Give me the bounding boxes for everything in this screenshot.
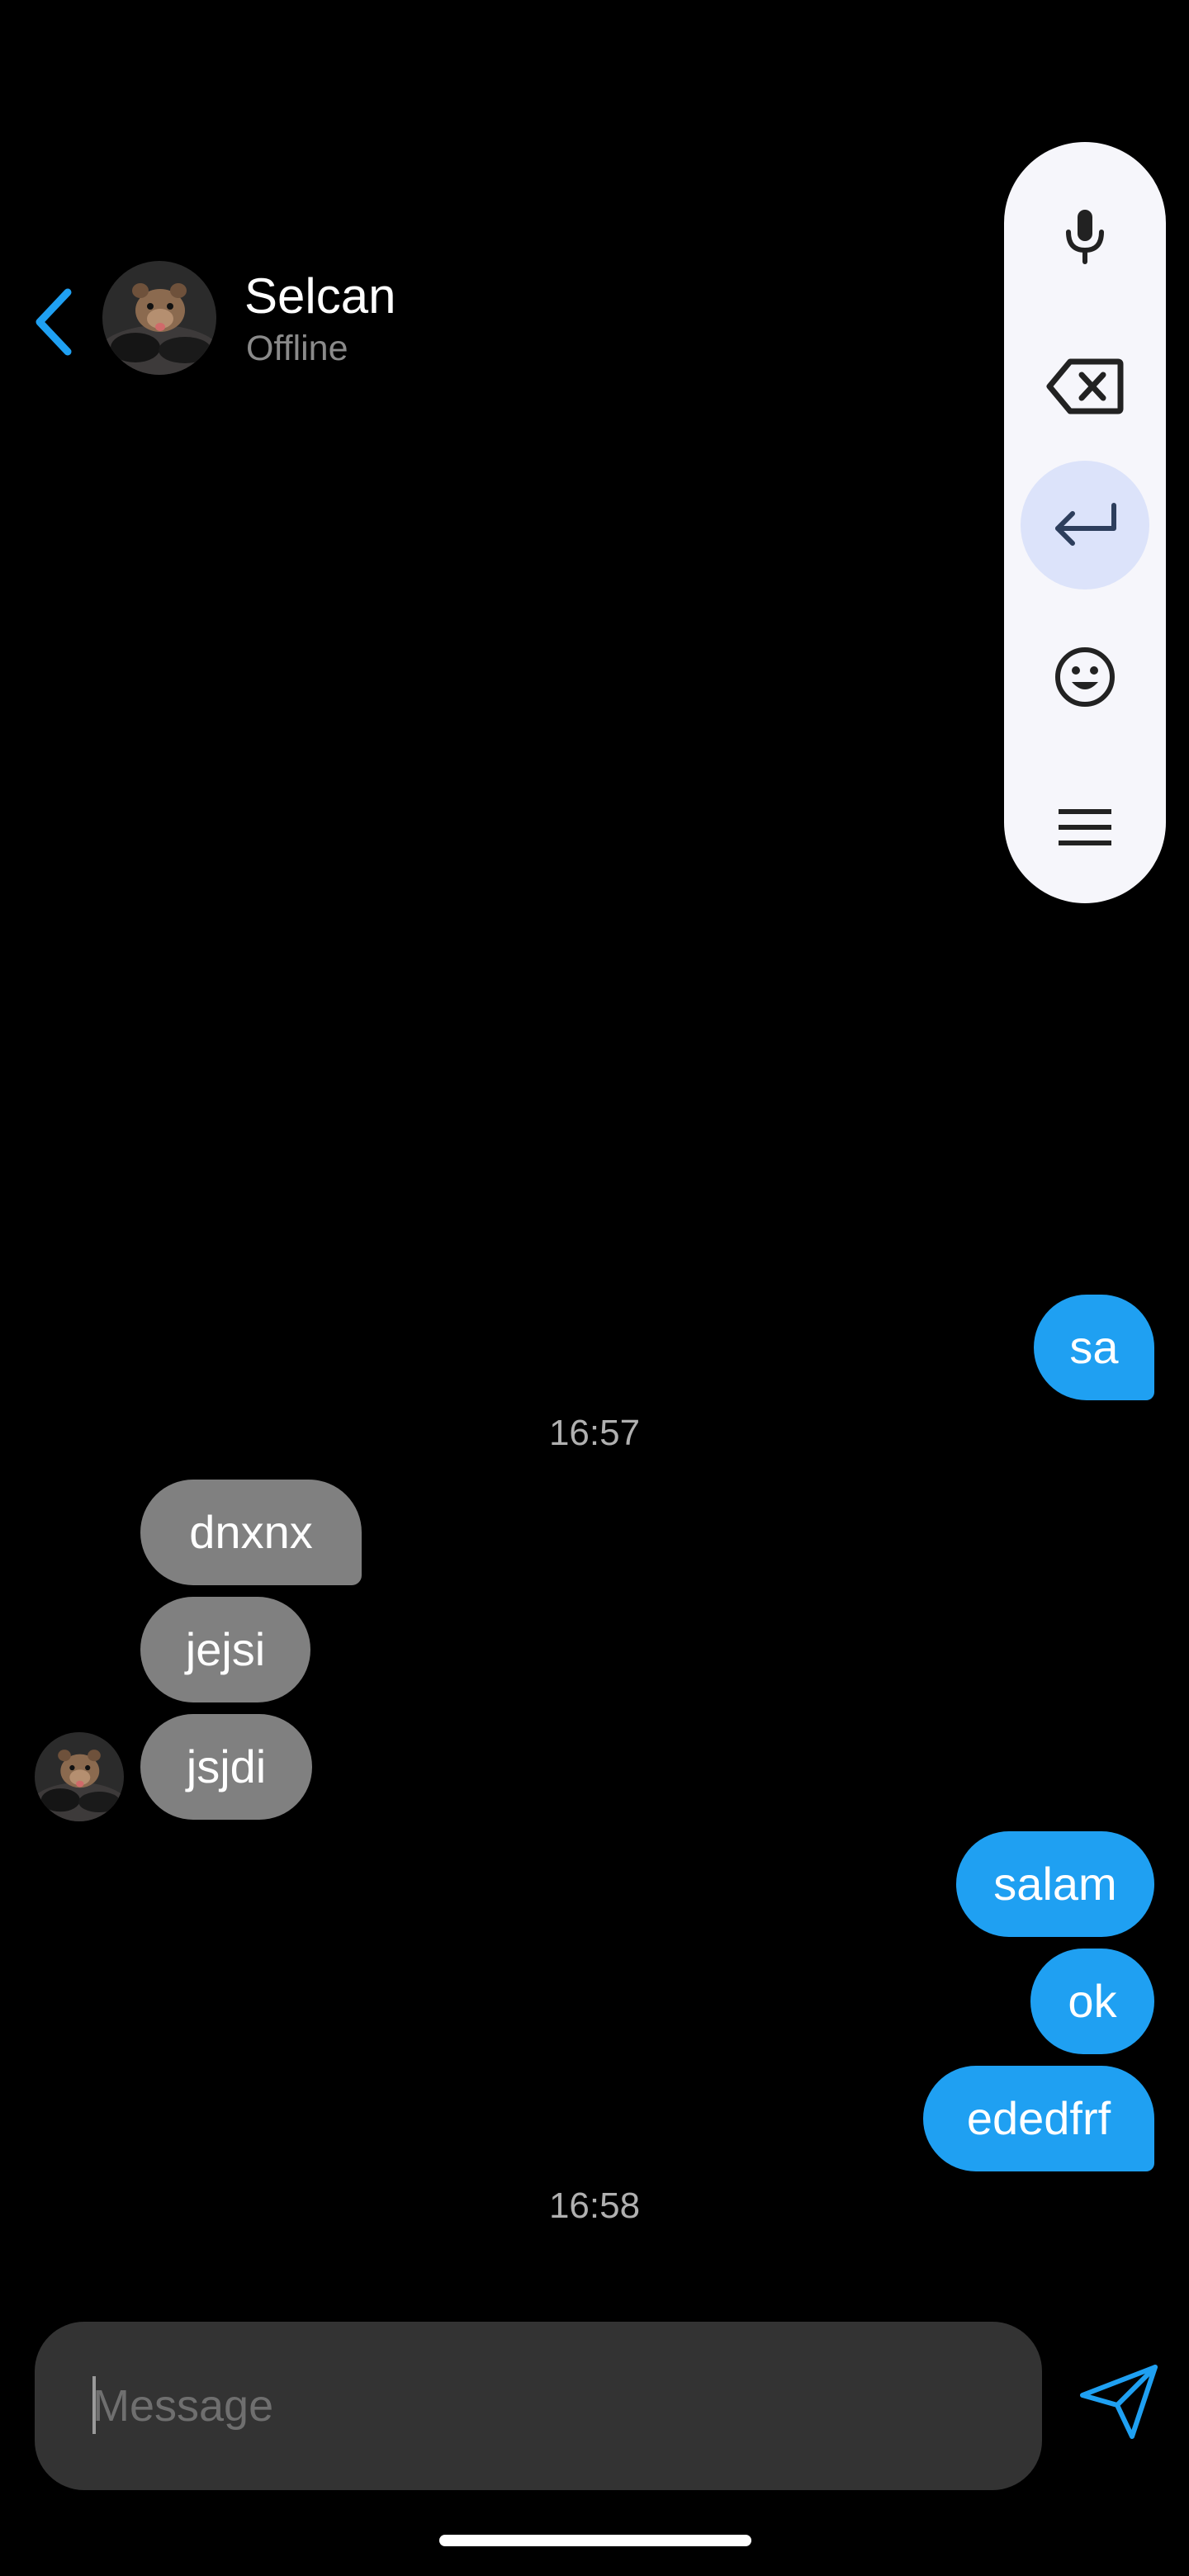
chat-header: Selcan Offline [0,248,991,396]
message-bubble-outgoing[interactable]: sa [1034,1295,1154,1400]
message-timestamp: 16:57 [548,1413,641,1453]
text-caret [92,2376,96,2434]
message-bubble-outgoing[interactable]: ok [1030,1949,1154,2054]
message-composer [35,2322,1042,2490]
message-bubble-incoming[interactable]: jejsi [140,1597,310,1702]
message-bubble-outgoing[interactable]: salam [956,1831,1154,1937]
message-input[interactable] [58,2322,1016,2490]
message-timestamp: 16:58 [548,2185,641,2226]
home-indicator[interactable] [439,2535,751,2546]
floating-keyboard-toolbar [1004,142,1166,903]
menu-icon [1059,809,1111,845]
microphone-button[interactable] [1021,172,1149,301]
sender-avatar[interactable] [35,1732,124,1821]
microphone-icon [1066,210,1104,264]
message-bubble-outgoing[interactable]: ededfrf [923,2066,1154,2171]
contact-avatar[interactable] [102,261,216,375]
return-button[interactable] [1021,461,1149,590]
emoji-button[interactable] [1021,613,1149,741]
send-icon [1080,2365,1158,2439]
backspace-icon [1046,358,1124,414]
message-bubble-incoming[interactable]: jsjdi [140,1714,312,1820]
back-button[interactable] [28,282,78,362]
emoji-icon [1055,647,1115,707]
backspace-button[interactable] [1021,322,1149,451]
message-bubble-incoming[interactable]: dnxnx [140,1480,362,1585]
contact-status: Offline [246,329,348,368]
chevron-left-icon [36,288,72,356]
menu-button[interactable] [1021,763,1149,892]
send-button[interactable] [1070,2353,1168,2451]
contact-name[interactable]: Selcan [244,268,396,325]
return-icon [1055,503,1116,546]
